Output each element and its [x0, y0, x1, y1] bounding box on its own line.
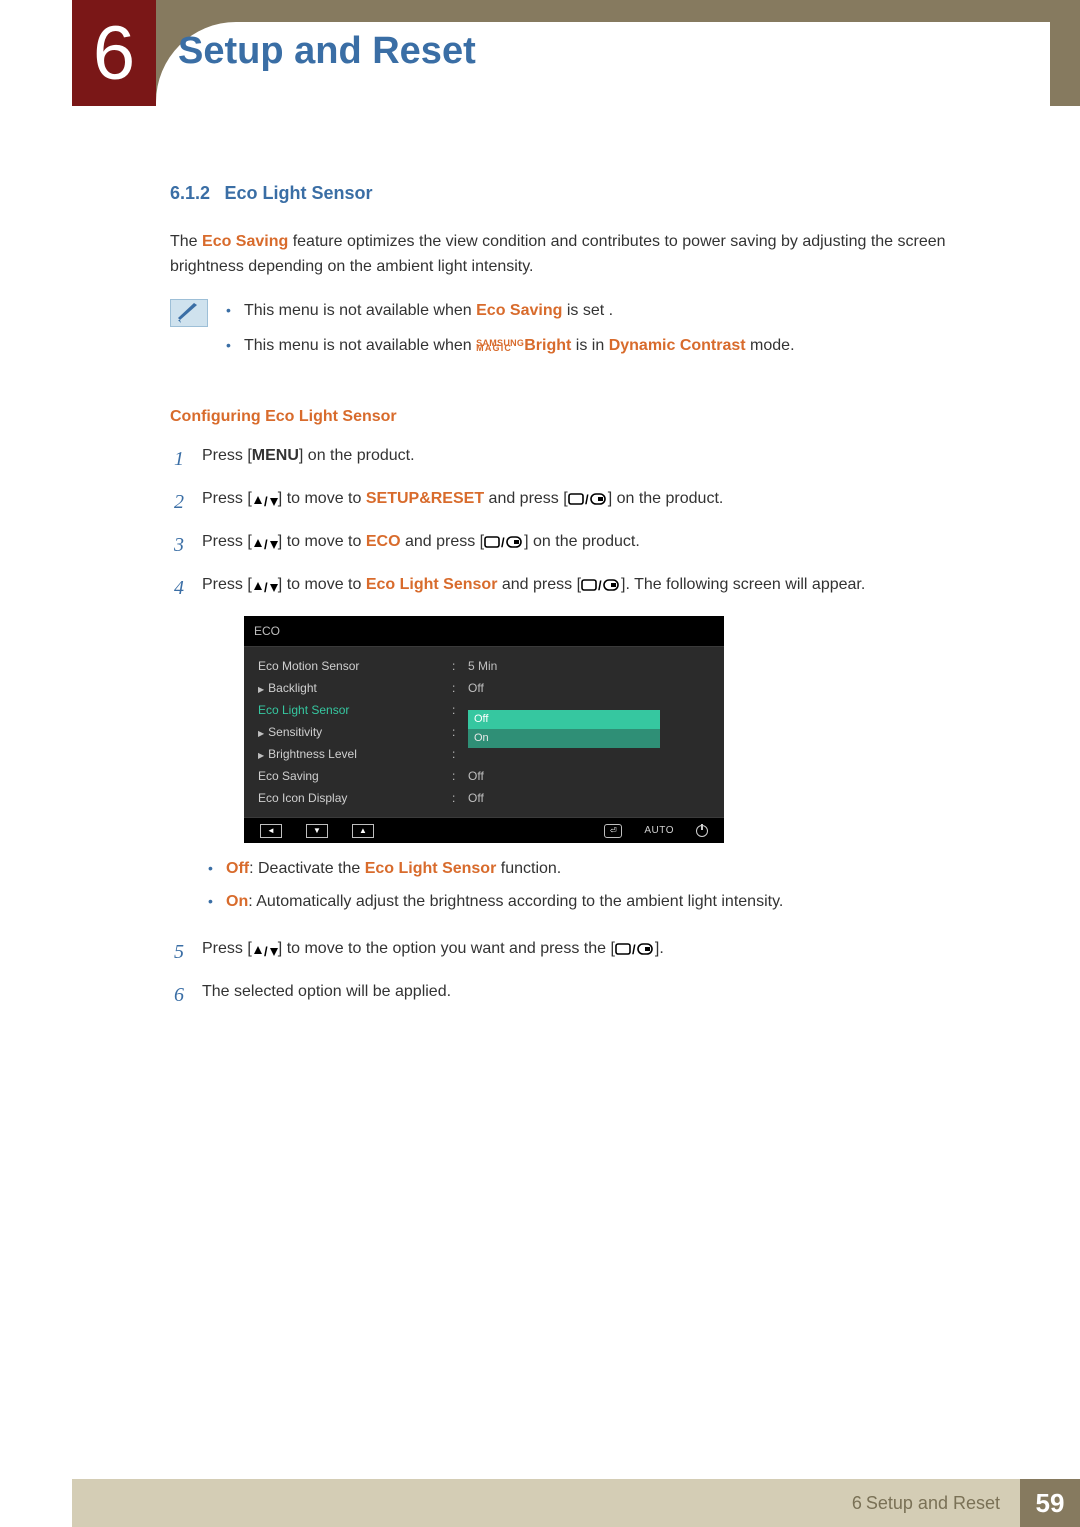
option-on: On: Automatically adjust the brightness …	[202, 890, 1002, 915]
enter-source-icon: /	[581, 576, 621, 593]
svg-text:/: /	[264, 944, 268, 958]
osd-down-icon: ▼	[306, 824, 328, 838]
enter-source-icon: /	[484, 533, 524, 550]
svg-text:/: /	[598, 578, 602, 592]
option-description-list: Off: Deactivate the Eco Light Sensor fun…	[202, 857, 1002, 915]
osd-menu: ECO Eco Motion Sensor:5 MinBacklight:Off…	[244, 616, 724, 844]
svg-text:/: /	[264, 494, 268, 508]
svg-text:/: /	[585, 492, 589, 506]
osd-row: Eco Motion Sensor:5 Min	[258, 655, 710, 677]
samsung-magic-logo: SAMSUNGMAGIC	[476, 341, 524, 351]
chapter-box: 6	[72, 0, 156, 106]
footer-chapter-number: 6	[852, 1493, 862, 1514]
osd-row: Eco Light Sensor:OffOn	[258, 699, 710, 721]
footer-chapter-label: Setup and Reset	[866, 1493, 1000, 1514]
step-4: 4 Press [/] to move to Eco Light Sensor …	[170, 573, 1002, 925]
step-2: 2 Press [/] to move to SETUP&RESET and p…	[170, 487, 1002, 518]
page-number: 59	[1020, 1479, 1080, 1527]
osd-power-icon	[696, 825, 708, 837]
note-block: This menu is not available when Eco Savi…	[170, 299, 1002, 369]
note-list: This menu is not available when Eco Savi…	[224, 299, 1002, 369]
step-1: 1 Press [MENU] on the product.	[170, 444, 1002, 475]
note-item-2: This menu is not available when SAMSUNGM…	[224, 334, 1002, 359]
up-down-icon: /	[252, 489, 278, 514]
up-down-icon: /	[252, 575, 278, 600]
svg-text:/: /	[632, 942, 636, 956]
option-off: Off: Deactivate the Eco Light Sensor fun…	[202, 857, 1002, 882]
svg-text:/: /	[264, 580, 268, 594]
osd-back-icon: ◄	[260, 824, 282, 838]
osd-title: ECO	[244, 616, 724, 648]
osd-body: Eco Motion Sensor:5 MinBacklight:OffEco …	[244, 647, 724, 817]
osd-footer: ◄ ▼ ▲ ⏎ AUTO	[244, 817, 724, 843]
note-item-1: This menu is not available when Eco Savi…	[224, 299, 1002, 324]
up-down-icon: /	[252, 939, 278, 964]
chapter-number: 6	[93, 10, 135, 97]
step-6: 6 The selected option will be applied.	[170, 980, 1002, 1011]
section-title: Eco Light Sensor	[225, 183, 373, 203]
subheading: Configuring Eco Light Sensor	[170, 405, 1002, 430]
step-3: 3 Press [/] to move to ECO and press [/]…	[170, 530, 1002, 561]
osd-row: Eco Saving:Off	[258, 765, 710, 787]
page-footer: 6 Setup and Reset 59	[72, 1479, 1080, 1527]
page-title: Setup and Reset	[178, 30, 476, 73]
osd-auto-label: AUTO	[644, 823, 674, 839]
up-down-icon: /	[252, 532, 278, 557]
intro-paragraph: The Eco Saving feature optimizes the vie…	[170, 230, 1002, 280]
step-number: 1	[170, 444, 184, 475]
enter-source-icon: /	[615, 940, 655, 957]
osd-row: Eco Icon Display:Off	[258, 787, 710, 809]
section-heading: 6.1.2 Eco Light Sensor	[170, 180, 1002, 208]
osd-row: Backlight:Off	[258, 677, 710, 699]
content-column: 6.1.2 Eco Light Sensor The Eco Saving fe…	[170, 180, 1002, 1023]
menu-key: MENU	[252, 447, 299, 464]
osd-enter-icon: ⏎	[604, 824, 622, 838]
svg-text:/: /	[264, 537, 268, 551]
osd-up-icon: ▲	[352, 824, 374, 838]
note-icon	[170, 299, 208, 327]
section-number: 6.1.2	[170, 183, 210, 203]
step-5: 5 Press [/] to move to the option you wa…	[170, 937, 1002, 968]
steps-list: 1 Press [MENU] on the product. 2 Press […	[170, 444, 1002, 1011]
svg-text:/: /	[501, 535, 505, 549]
term-eco-saving: Eco Saving	[202, 233, 288, 250]
enter-source-icon: /	[568, 490, 608, 507]
